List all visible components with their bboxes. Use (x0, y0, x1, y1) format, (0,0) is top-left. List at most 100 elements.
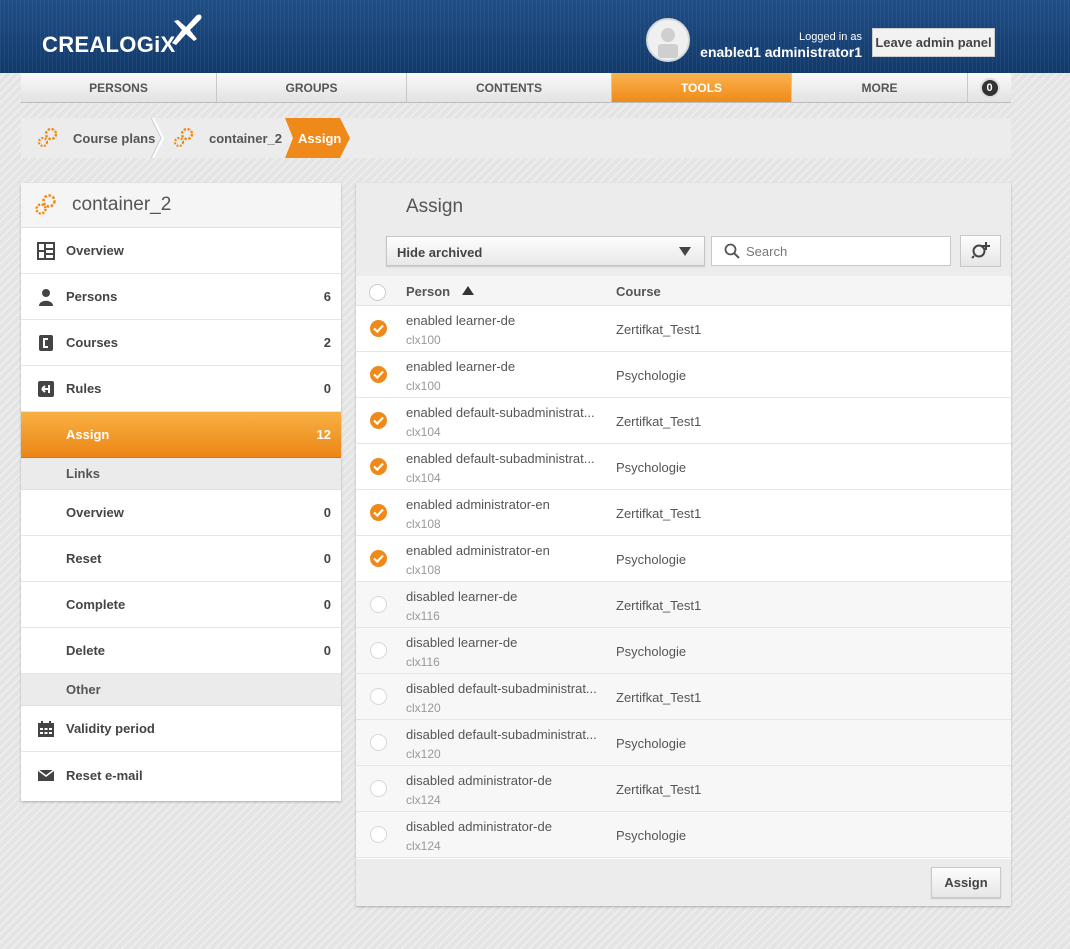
course-name: Zertifkat_Test1 (616, 322, 702, 337)
sidebar-item-count: 0 (323, 381, 331, 396)
breadcrumb-separator (151, 118, 165, 158)
sidebar-item-label: Rules (66, 381, 102, 396)
table-row[interactable]: disabled administrator-de clx124 Psycholog… (356, 812, 1011, 858)
leave-admin-panel-button[interactable]: Leave admin panel (872, 28, 995, 57)
table-row[interactable]: enabled learner-de clx100 Psychologie (356, 352, 1011, 398)
checkmark-icon (373, 416, 384, 426)
sidebar-item-count: 6 (323, 289, 331, 304)
calendar-icon (38, 721, 54, 737)
tab-contents[interactable]: CONTENTS (407, 73, 612, 103)
sidebar-link-overview[interactable]: Overview 0 (21, 490, 341, 536)
row-checkbox[interactable] (370, 642, 387, 659)
sidebar-link-delete[interactable]: Delete 0 (21, 628, 341, 674)
sort-ascending-icon[interactable] (462, 286, 474, 295)
course-name: Zertifkat_Test1 (616, 598, 702, 613)
row-checkbox[interactable] (370, 734, 387, 751)
course-name: Psychologie (616, 368, 687, 383)
sidebar-item-label: Overview (66, 243, 124, 258)
sidebar-link-reset[interactable]: Reset 0 (21, 536, 341, 582)
column-course[interactable]: Course (616, 284, 661, 299)
row-checkbox[interactable] (370, 688, 387, 705)
sidebar-item-overview[interactable]: Overview (21, 228, 341, 274)
person-name: enabled default-subadministrat... (406, 405, 595, 420)
assign-button[interactable]: Assign (931, 867, 1001, 898)
table-row[interactable]: enabled default-subadministrat... clx104 P… (356, 444, 1011, 490)
person-name: disabled default-subadministrat... (406, 727, 596, 742)
table-row[interactable]: enabled administrator-en clx108 Zertifkat_… (356, 490, 1011, 536)
person-icon (39, 289, 53, 306)
tab-more[interactable]: MORE (792, 73, 968, 103)
person-name: disabled default-subadministrat... (406, 681, 596, 696)
envelope-icon (37, 769, 55, 781)
sidebar-item-count: 0 (323, 551, 331, 566)
sidebar-item-label: Courses (66, 335, 119, 350)
sidebar-item-persons[interactable]: Persons 6 (21, 274, 341, 320)
sidebar-item-reset-email[interactable]: Reset e-mail (21, 752, 341, 798)
advanced-search-button[interactable] (960, 235, 1001, 267)
checkmark-icon (373, 554, 384, 564)
sidebar-item-label: Delete (66, 643, 106, 658)
table-header: Person Course (356, 276, 1011, 306)
section-label: Links (66, 466, 100, 481)
row-checkbox[interactable] (370, 596, 387, 613)
table-row[interactable]: enabled administrator-en clx108 Psychologi… (356, 536, 1011, 582)
breadcrumb-course-plans[interactable]: Course plans (73, 118, 155, 158)
row-checkbox[interactable] (370, 780, 387, 797)
checkmark-icon (373, 508, 384, 518)
sidebar-item-label: Validity period (66, 721, 155, 736)
avatar[interactable] (646, 18, 690, 62)
table-row[interactable]: disabled learner-de clx116 Zertifkat_Test1 (356, 582, 1011, 628)
sidebar-link-complete[interactable]: Complete 0 (21, 582, 341, 628)
assign-panel-header: Assign Hide archived (356, 183, 1011, 276)
person-name: enabled administrator-en (406, 543, 550, 558)
column-person[interactable]: Person (406, 284, 450, 299)
person-name: disabled learner-de (406, 635, 518, 650)
gear-icon (173, 127, 194, 148)
row-checkbox[interactable] (370, 826, 387, 843)
sidebar-item-courses[interactable]: Courses 2 (21, 320, 341, 366)
row-checkbox-checked[interactable] (370, 458, 387, 475)
row-checkbox-checked[interactable] (370, 550, 387, 567)
table-row[interactable]: disabled learner-de clx116 Psychologie (356, 628, 1011, 674)
page-title: Assign (406, 196, 464, 217)
checkmark-icon (373, 370, 384, 380)
course-name: Psychologie (616, 828, 687, 843)
person-login: clx116 (406, 655, 440, 669)
tab-tools[interactable]: TOOLS (612, 73, 792, 103)
table-row[interactable]: enabled learner-de clx100 Zertifkat_Test1 (356, 306, 1011, 352)
breadcrumb-container[interactable]: container_2 (209, 118, 282, 158)
sidebar-section-links: Links (21, 458, 341, 490)
person-login: clx120 (406, 701, 441, 715)
row-checkbox-checked[interactable] (370, 320, 387, 337)
row-checkbox-checked[interactable] (370, 504, 387, 521)
sidebar-item-assign[interactable]: Assign 12 (21, 412, 341, 458)
tab-groups[interactable]: GROUPS (217, 73, 407, 103)
table-row[interactable]: disabled administrator-de clx124 Zertifkat… (356, 766, 1011, 812)
person-login: clx120 (406, 747, 441, 761)
sidebar-item-rules[interactable]: Rules 0 (21, 366, 341, 412)
course-name: Psychologie (616, 552, 687, 567)
search-box (711, 236, 951, 266)
select-all-checkbox[interactable] (369, 284, 386, 301)
row-checkbox-checked[interactable] (370, 412, 387, 429)
sidebar-item-validity-period[interactable]: Validity period (21, 706, 341, 752)
search-icon (724, 243, 740, 259)
person-name: enabled learner-de (406, 313, 516, 328)
tab-persons[interactable]: PERSONS (21, 73, 217, 103)
person-name: enabled administrator-en (406, 497, 550, 512)
sidebar-title: container_2 (72, 194, 172, 215)
archive-filter-select[interactable]: Hide archived (386, 236, 705, 266)
search-input[interactable] (746, 241, 941, 261)
rules-icon (38, 381, 54, 397)
row-checkbox-checked[interactable] (370, 366, 387, 383)
table-row[interactable]: enabled default-subadministrat... clx104 Z… (356, 398, 1011, 444)
person-name: disabled administrator-de (406, 819, 552, 834)
person-login: clx104 (406, 425, 441, 439)
course-name: Zertifkat_Test1 (616, 690, 702, 705)
notification-badge[interactable]: 0 (968, 73, 1011, 103)
sidebar-item-label: Persons (66, 289, 118, 304)
sidebar-item-label: Assign (66, 427, 110, 442)
table-row[interactable]: disabled default-subadministrat... clx120… (356, 720, 1011, 766)
table-row[interactable]: disabled default-subadministrat... clx120… (356, 674, 1011, 720)
notification-count: 0 (979, 77, 1000, 98)
